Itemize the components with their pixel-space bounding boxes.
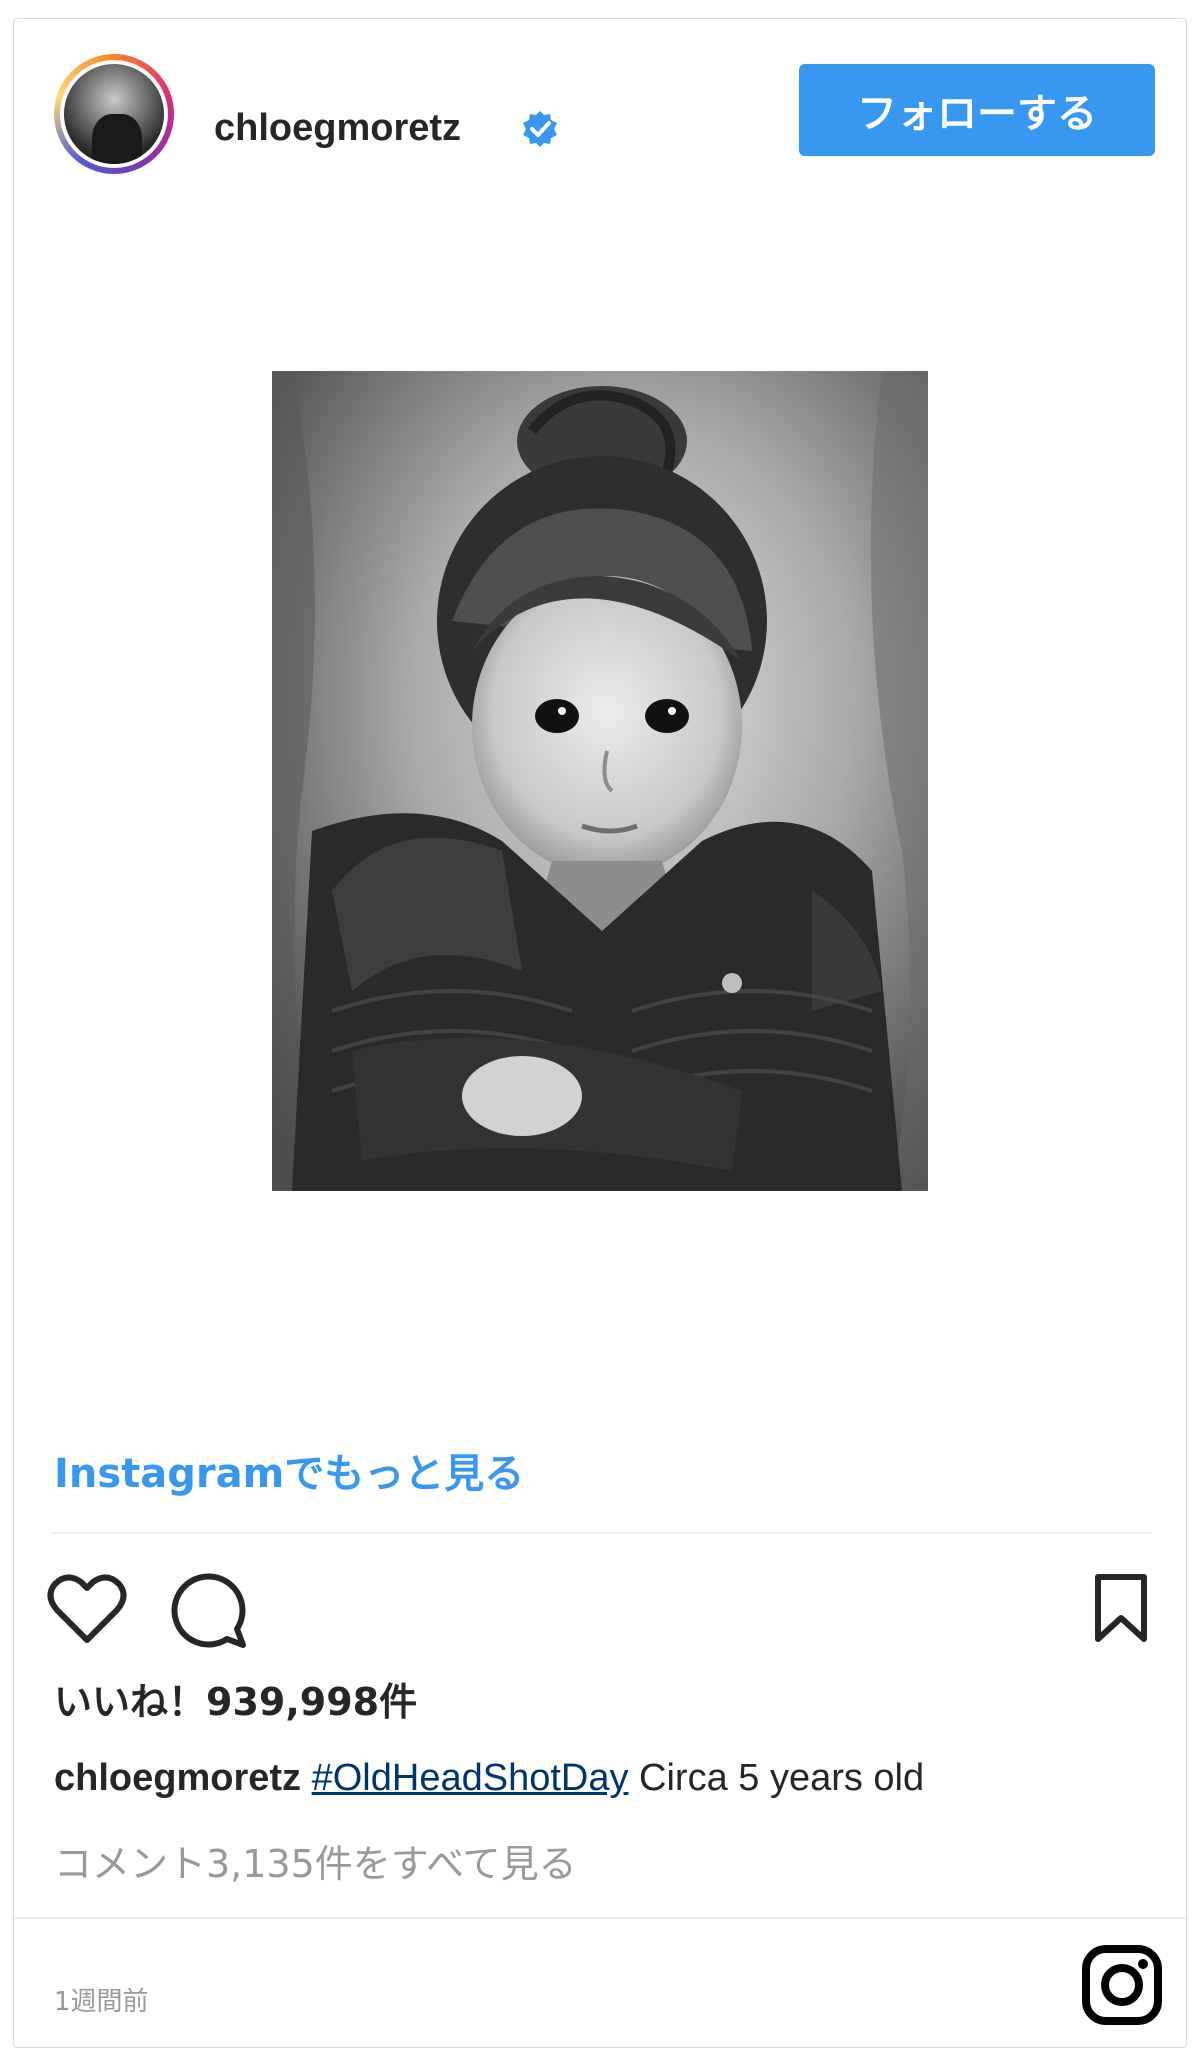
username-link[interactable]: chloegmoretz xyxy=(214,107,461,150)
instagram-logo-icon[interactable] xyxy=(1081,1944,1163,2026)
child-portrait-image xyxy=(272,371,928,1191)
caption-username[interactable]: chloegmoretz xyxy=(54,1757,301,1799)
view-more-on-instagram-link[interactable]: Instagramでもっと見る xyxy=(54,1441,524,1499)
verified-badge-icon xyxy=(523,111,557,147)
follow-button[interactable]: フォローする xyxy=(799,64,1155,156)
post-photo[interactable] xyxy=(272,371,928,1191)
caption-hashtag-link[interactable]: #OldHeadShotDay xyxy=(312,1757,629,1799)
view-all-comments-link[interactable]: コメント3,135件をすべて見る xyxy=(54,1833,577,1888)
like-count[interactable]: いいね！939,998件 xyxy=(54,1671,417,1726)
post-header: chloegmoretz フォローする xyxy=(14,19,1186,199)
post-timestamp[interactable]: 1週間前 xyxy=(54,1981,149,2018)
footer-divider xyxy=(14,1917,1186,1919)
avatar-story-ring[interactable] xyxy=(54,54,174,174)
bookmark-icon[interactable] xyxy=(1093,1572,1149,1644)
post-caption: chloegmoretz #OldHeadShotDay Circa 5 yea… xyxy=(54,1757,924,1800)
heart-icon[interactable] xyxy=(47,1574,127,1646)
comment-bubble-icon[interactable] xyxy=(169,1571,249,1651)
instagram-embed-card: chloegmoretz フォローする Instagramでもっと見る いいね！… xyxy=(13,18,1187,2048)
caption-text: Circa 5 years old xyxy=(628,1757,925,1799)
divider xyxy=(51,1532,1151,1534)
avatar[interactable] xyxy=(60,60,168,168)
